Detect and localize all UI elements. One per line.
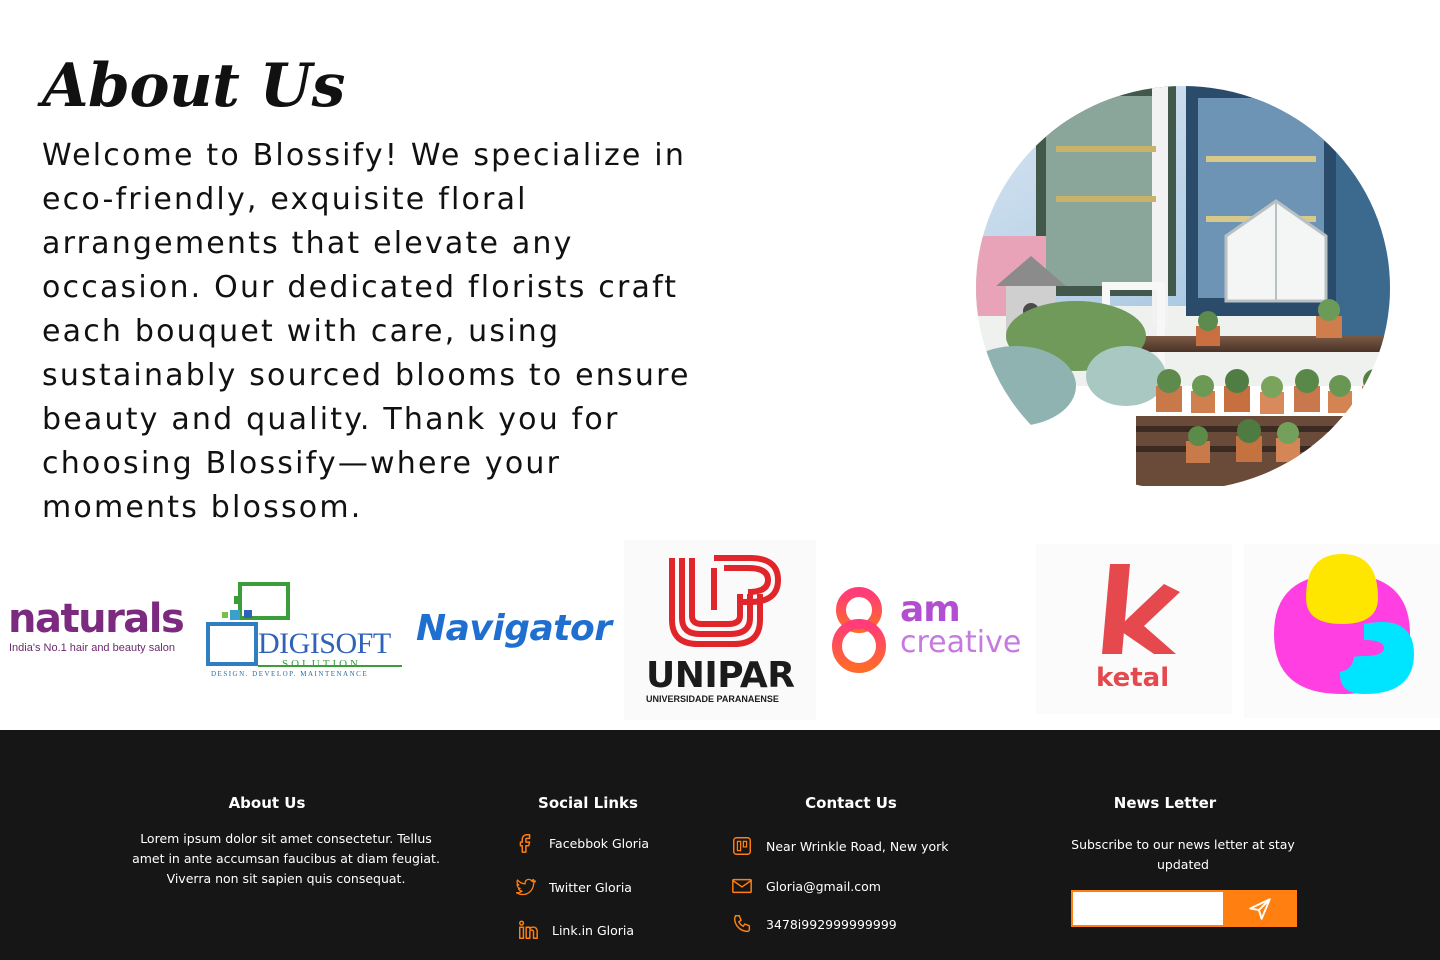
contact-address[interactable]: Near Wrinkle Road, New york	[730, 833, 949, 859]
twitter-link-label: Twitter Gloria	[549, 879, 632, 895]
about-section: About Us Welcome to Blossify! We special…	[0, 0, 1440, 540]
unipar-logo-subtitle: UNIVERSIDADE PARANAENSE	[646, 694, 779, 704]
8am-numeral-icon	[832, 587, 886, 673]
ketal-logo: ketal	[1036, 544, 1232, 714]
contact-address-label: Near Wrinkle Road, New york	[766, 838, 949, 854]
facebook-icon	[513, 831, 537, 855]
navigator-logo-wordmark: Navigator	[416, 608, 612, 649]
newsletter-description: Subscribe to our news letter at stay upd…	[1071, 837, 1295, 872]
twitter-icon	[513, 875, 537, 899]
8am-creative-logo: am creative	[826, 584, 1030, 680]
contact-email[interactable]: Gloria@gmail.com	[730, 873, 881, 899]
twitter-link[interactable]: Twitter Gloria	[513, 874, 632, 900]
contact-email-label: Gloria@gmail.com	[766, 878, 881, 894]
partner-logos: naturals India's No.1 hair and beauty sa…	[0, 540, 1440, 730]
digisoft-logo: DIGISOFT SOLUTION DESIGN. DEVELOP. MAINT…	[206, 582, 408, 678]
colorful-emblem-logo	[1244, 544, 1440, 718]
footer-newsletter-heading: News Letter	[1113, 794, 1217, 812]
ketal-k-icon	[1102, 564, 1180, 654]
colorful-emblem-icon	[1274, 554, 1414, 694]
page: About Us Welcome to Blossify! We special…	[0, 0, 1440, 960]
linkedin-link[interactable]: Link.in Gloria	[516, 917, 634, 943]
footer-contact-heading: Contact Us	[805, 794, 897, 812]
ketal-logo-wordmark: ketal	[1096, 663, 1170, 693]
facebook-link-label: Facebbok Gloria	[549, 835, 650, 851]
about-title: About Us	[42, 51, 345, 121]
phone-icon	[730, 912, 754, 936]
navigator-logo: Navigator	[414, 604, 614, 658]
digisoft-logo-wordmark: DIGISOFT	[258, 627, 391, 660]
contact-phone[interactable]: 3478i992999999999	[730, 911, 897, 937]
newsletter-send-button[interactable]	[1223, 890, 1297, 927]
unipar-logo: UNIPAR UNIVERSIDADE PARANAENSE	[624, 540, 816, 720]
8am-logo-subtitle: creative	[900, 625, 1022, 660]
digisoft-logo-subtitle: SOLUTION	[282, 658, 361, 670]
naturals-logo-tagline: India's No.1 hair and beauty salon	[9, 642, 175, 654]
newsletter-form	[1071, 890, 1297, 927]
naturals-logo: naturals India's No.1 hair and beauty sa…	[6, 596, 198, 666]
mail-icon	[730, 874, 754, 898]
footer-social-heading: Social Links	[538, 794, 638, 812]
flower-shop-photo	[976, 86, 1390, 490]
linkedin-link-label: Link.in Gloria	[552, 922, 635, 938]
facebook-link[interactable]: Facebbok Gloria	[513, 830, 649, 856]
unipar-emblem-icon	[669, 555, 782, 647]
about-description: Welcome to Blossify! We specialize in ec…	[42, 138, 691, 525]
footer-about-heading: About Us	[228, 794, 306, 812]
unipar-logo-wordmark: UNIPAR	[646, 655, 795, 696]
footer-about-text: Lorem ipsum dolor sit amet consectetur. …	[132, 831, 440, 886]
digisoft-logo-tagline: DESIGN. DEVELOP. MAINTENANCE	[211, 670, 369, 678]
naturals-logo-wordmark: naturals	[8, 596, 185, 642]
contact-phone-label: 3478i992999999999	[766, 916, 897, 932]
location-icon	[730, 834, 754, 858]
newsletter-email-input[interactable]	[1071, 890, 1223, 927]
linkedin-icon	[516, 918, 540, 942]
send-icon	[1249, 897, 1271, 920]
footer: About Us Lorem ipsum dolor sit amet cons…	[0, 730, 1440, 960]
